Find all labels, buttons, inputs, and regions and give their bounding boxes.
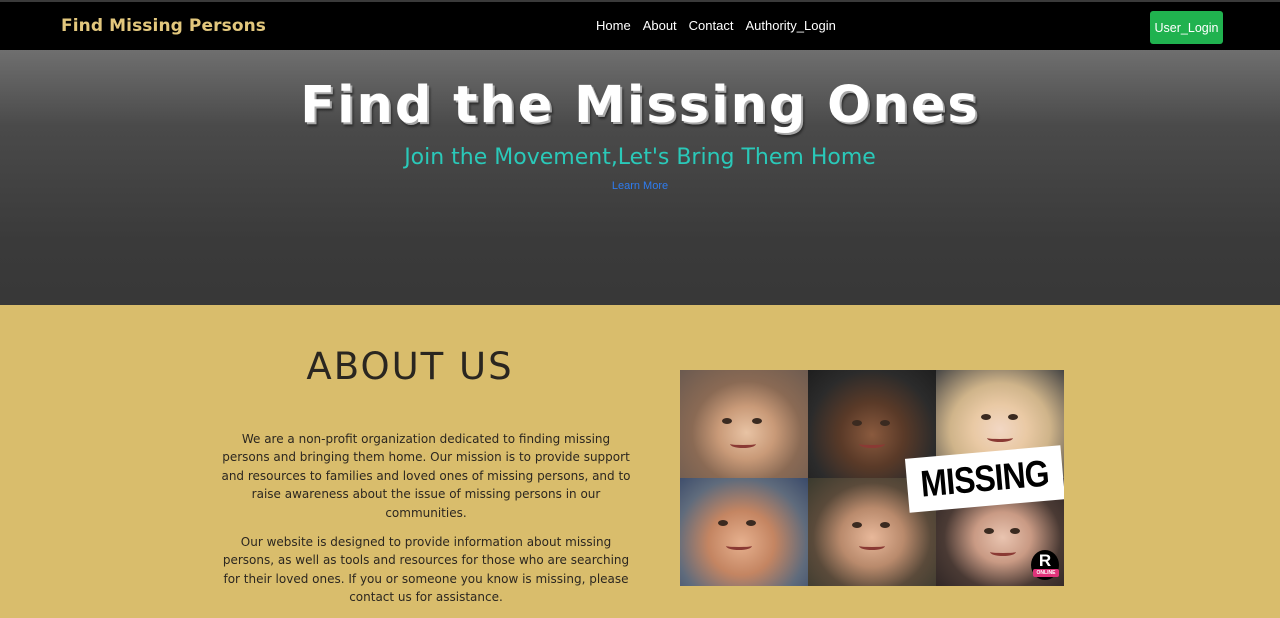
user-login-button[interactable]: User_Login [1150,11,1223,44]
nav-link-about[interactable]: About [643,18,677,33]
hero-title: Find the Missing Ones [300,76,980,135]
eye-shape [984,528,994,534]
nav-links: Home About Contact Authority_Login [596,18,848,33]
hero-section: Find the Missing Ones Join the Movement,… [0,50,1280,305]
mouth-shape [987,434,1013,442]
eye-shape [880,522,890,528]
r-logo-icon: R ONLINE [1031,550,1059,580]
r-logo-subtext: ONLINE [1033,569,1059,577]
eye-shape [746,520,756,526]
eye-shape [722,418,732,424]
about-heading: ABOUT US [306,345,514,388]
nav-link-contact[interactable]: Contact [689,18,734,33]
photo-tile [680,370,808,478]
mouth-shape [730,440,756,448]
hero-subtitle: Join the Movement,Let's Bring Them Home [404,145,876,170]
about-paragraph: Our website is designed to provide infor… [222,535,630,605]
learn-more-link[interactable]: Learn More [0,180,1280,192]
mouth-shape [859,542,885,550]
eye-shape [752,418,762,424]
eye-shape [852,420,862,426]
about-text: We are a non-profit organization dedicat… [220,430,632,618]
missing-label-text: MISSING [919,452,1051,505]
navbar: Find Missing Persons Home About Contact … [0,0,1280,50]
r-logo-letter: R [1038,551,1052,570]
about-paragraph: We are a non-profit organization dedicat… [221,432,631,520]
nav-link-home[interactable]: Home [596,18,631,33]
eye-shape [852,522,862,528]
mouth-shape [859,440,885,448]
eye-shape [718,520,728,526]
photo-tile [680,478,808,586]
about-section: ABOUT US We are a non-profit organizatio… [0,305,1280,614]
nav-link-authority-login[interactable]: Authority_Login [745,18,835,33]
eye-shape [981,414,991,420]
eye-shape [1008,414,1018,420]
missing-persons-collage-image: MISSING R ONLINE [680,370,1064,586]
mouth-shape [990,548,1016,556]
mouth-shape [726,542,752,550]
brand-logo[interactable]: Find Missing Persons [61,16,266,36]
eye-shape [1010,528,1020,534]
eye-shape [880,420,890,426]
